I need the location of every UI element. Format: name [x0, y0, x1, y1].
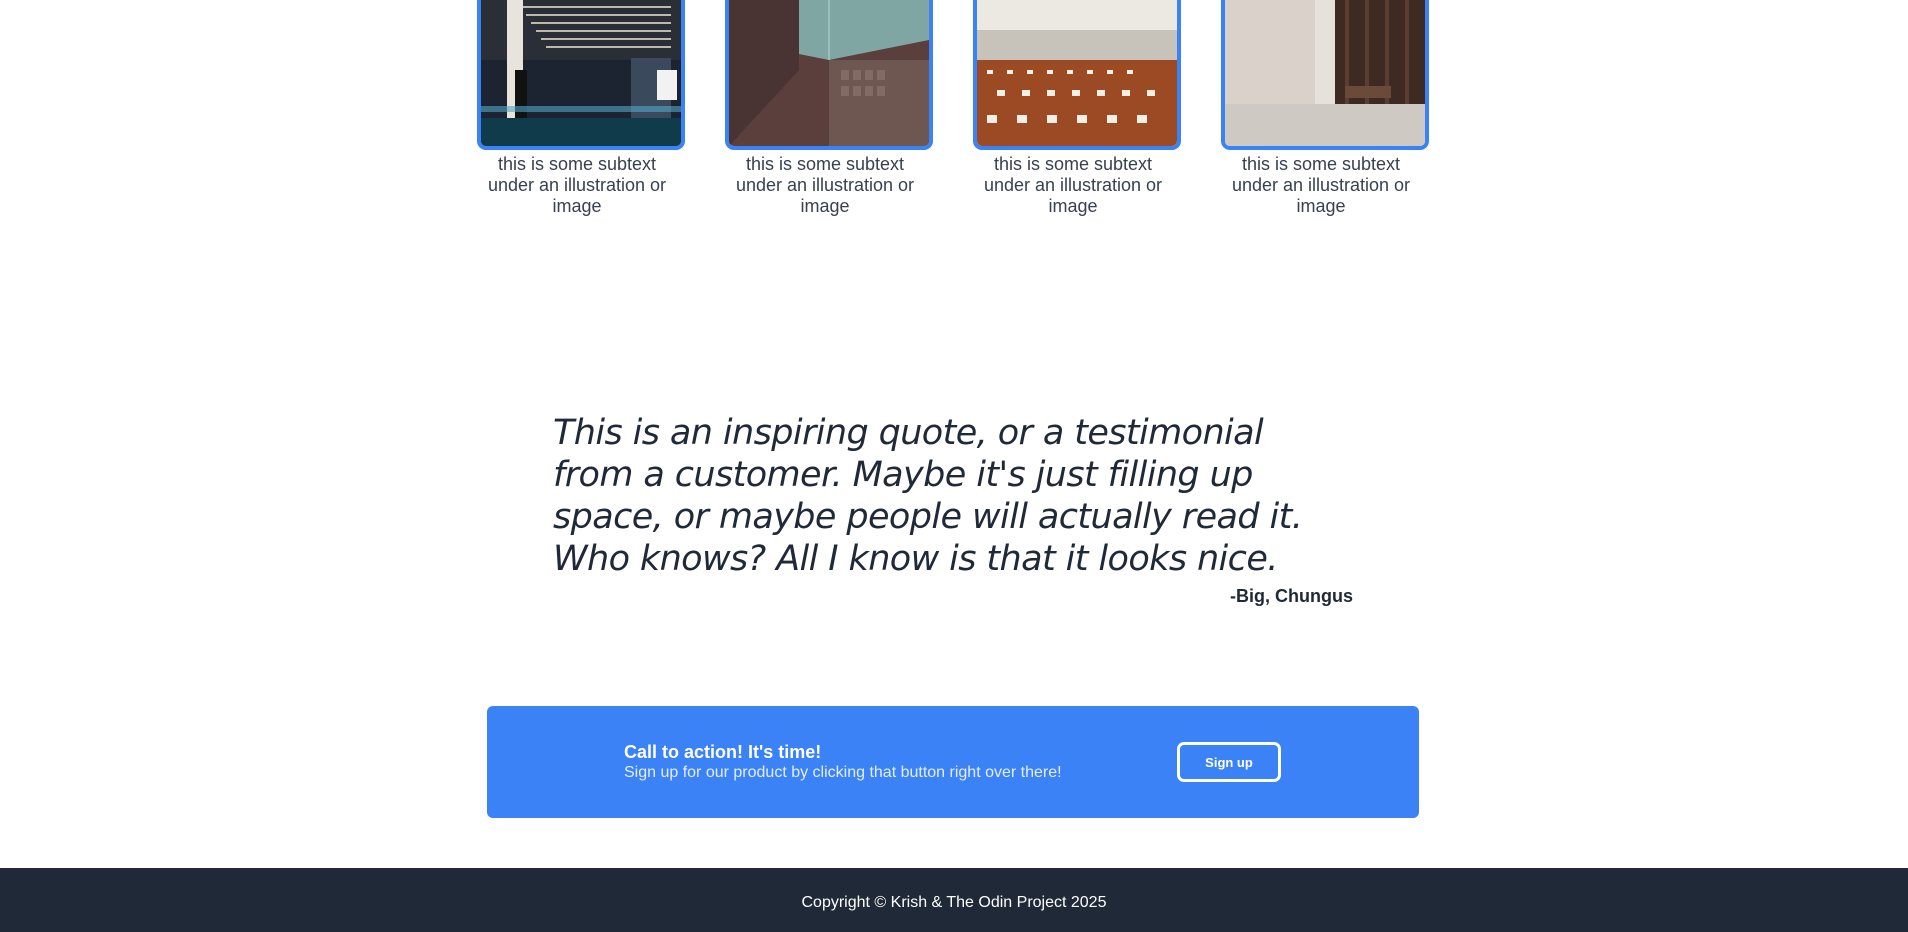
tiled-hallway-photo [973, 0, 1181, 150]
footer: Copyright © Krish & The Odin Project 202… [0, 868, 1908, 932]
gallery-caption: this is some subtext under an illustrati… [735, 154, 915, 216]
mall-atrium-photo [477, 0, 685, 150]
testimonial-author: -Big, Chungus [1230, 586, 1353, 606]
footer-copyright: Copyright © Krish & The Odin Project 202… [801, 894, 1107, 911]
corridor-wall-photo [725, 0, 933, 150]
call-to-action-banner: Call to action! It's time! Sign up for o… [487, 706, 1419, 818]
gallery-caption: this is some subtext under an illustrati… [983, 154, 1163, 216]
testimonial: This is an inspiring quote, or a testimo… [553, 412, 1353, 607]
page: this is some subtext under an illustrati… [0, 0, 1908, 932]
gallery-caption: this is some subtext under an illustrati… [487, 154, 667, 216]
gallery-card: this is some subtext under an illustrati… [973, 0, 1181, 217]
cta-subtitle: Sign up for our product by clicking that… [624, 764, 1062, 781]
image-gallery: this is some subtext under an illustrati… [477, 0, 1432, 220]
cta-text: Call to action! It's time! Sign up for o… [624, 742, 1062, 782]
lobby-bench-photo [1221, 0, 1429, 150]
gallery-card: this is some subtext under an illustrati… [725, 0, 933, 217]
cta-title: Call to action! It's time! [624, 742, 822, 762]
testimonial-quote: This is an inspiring quote, or a testimo… [553, 413, 1303, 579]
gallery-card: this is some subtext under an illustrati… [477, 0, 685, 217]
sign-up-button[interactable]: Sign up [1177, 742, 1281, 782]
gallery-caption: this is some subtext under an illustrati… [1231, 154, 1411, 216]
gallery-card: this is some subtext under an illustrati… [1221, 0, 1429, 217]
